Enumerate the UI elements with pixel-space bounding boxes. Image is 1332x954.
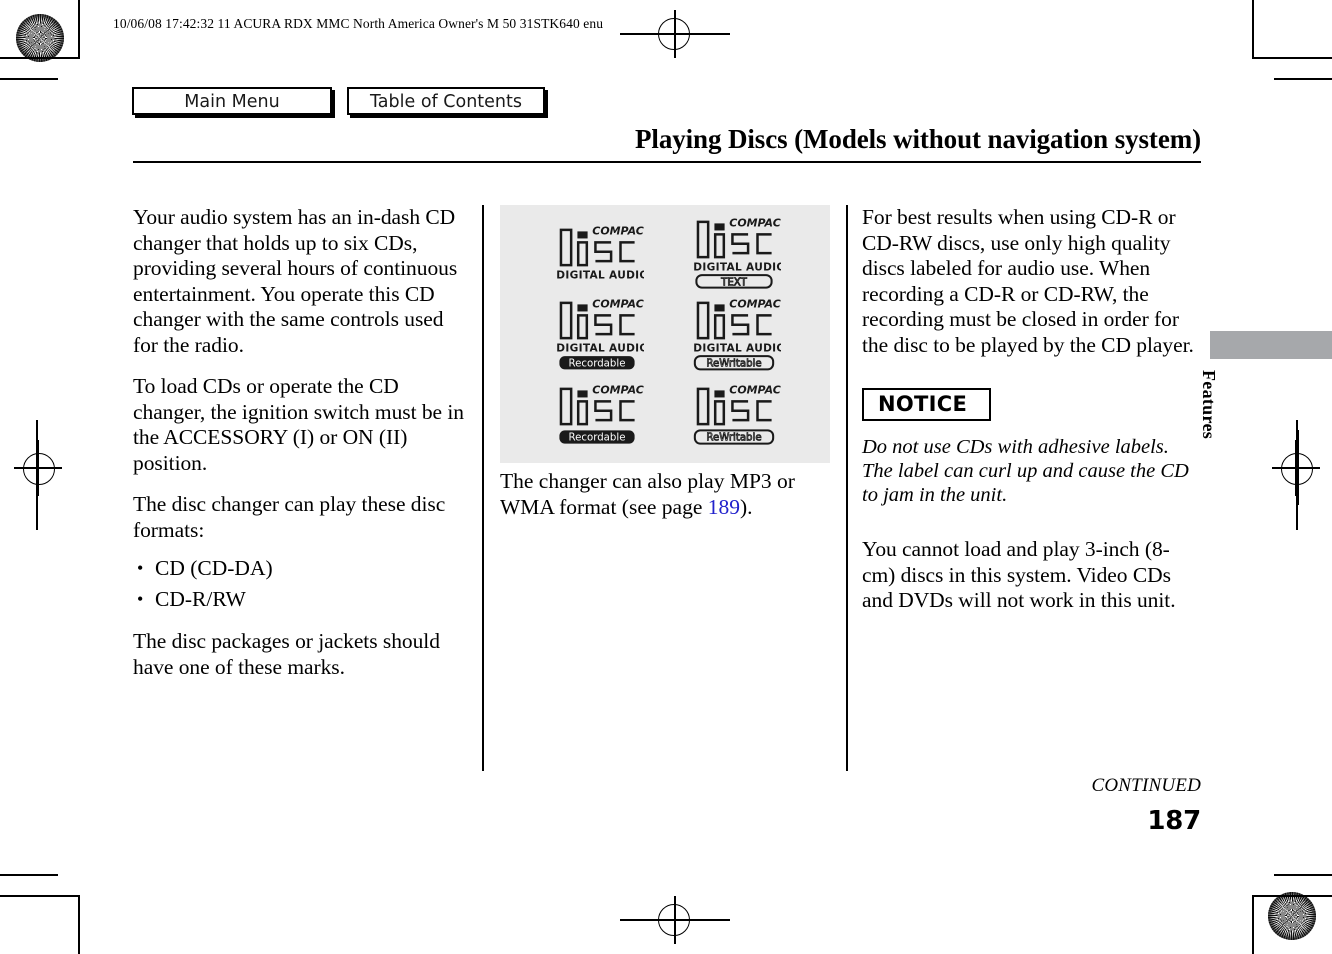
- tab-edge-line: [1297, 430, 1299, 505]
- crop-mark-bottom-right-v: [1252, 897, 1254, 954]
- column-divider-left: [482, 205, 484, 771]
- document-header-line: 10/06/08 17:42:32 11 ACURA RDX MMC North…: [113, 16, 604, 31]
- disc-logo-grid: COMPACT DIGITAL AUDIO COMPACT DIGITAL AU…: [500, 205, 830, 463]
- crop-mark-bottom-right-h2: [1274, 874, 1332, 876]
- main-menu-button[interactable]: Main Menu: [132, 87, 332, 115]
- list-item: CD (CD-DA): [133, 553, 473, 584]
- registration-crosshair-left: [14, 440, 62, 496]
- svg-text:DIGITAL AUDIO: DIGITAL AUDIO: [693, 261, 781, 273]
- left-paragraph-4: The disc packages or jackets should have…: [133, 629, 440, 679]
- crop-mark-top-right-h2: [1274, 78, 1332, 80]
- svg-text:Recordable: Recordable: [568, 433, 625, 444]
- crop-mark-bottom-left-h: [0, 895, 80, 897]
- svg-text:DIGITAL AUDIO: DIGITAL AUDIO: [556, 269, 644, 281]
- svg-text:TEXT: TEXT: [720, 277, 747, 288]
- crop-mark-top-right-h: [1252, 57, 1332, 59]
- svg-text:DIGITAL AUDIO: DIGITAL AUDIO: [556, 343, 644, 355]
- left-column: Your audio system has an in-dash CD chan…: [133, 205, 473, 680]
- svg-text:DIGITAL AUDIO: DIGITAL AUDIO: [693, 343, 781, 355]
- column-divider-right: [846, 205, 848, 771]
- right-paragraph-1: For best results when using CD-R or CD-R…: [862, 205, 1194, 357]
- caption-text-after: ).: [740, 495, 753, 519]
- title-divider: [133, 161, 1201, 163]
- page-title: Playing Discs (Models without navigation…: [635, 124, 1201, 154]
- crop-mark-top-left-h: [0, 57, 80, 59]
- list-item: CD-R/RW: [133, 584, 473, 615]
- left-paragraph-3: The disc changer can play these disc for…: [133, 492, 446, 542]
- disc-format-list: CD (CD-DA) CD-R/RW: [133, 553, 473, 615]
- svg-text:ReWritable: ReWritable: [706, 433, 761, 444]
- right-paragraph-2: You cannot load and play 3-inch (8-cm) d…: [862, 537, 1176, 612]
- crop-mark-bottom-left-v: [78, 897, 80, 954]
- cd-logo-recordable-icon: COMPACT Recordable: [550, 381, 644, 447]
- registration-crosshair-bottom: [620, 896, 730, 944]
- svg-text:COMPACT: COMPACT: [729, 384, 781, 397]
- svg-text:ReWritable: ReWritable: [706, 359, 761, 370]
- svg-text:Recordable: Recordable: [568, 359, 625, 370]
- cd-logo-rewritable-audio-icon: COMPACT DIGITAL AUDIO ReWritable: [687, 295, 781, 371]
- cd-logo-digital-audio-icon: COMPACT DIGITAL AUDIO: [550, 222, 644, 282]
- svg-text:COMPACT: COMPACT: [729, 298, 781, 311]
- notice-warning-text: Do not use CDs with adhesive labels. The…: [862, 436, 1189, 506]
- svg-text:COMPACT: COMPACT: [729, 217, 781, 230]
- page-number: 187: [1147, 806, 1201, 836]
- cd-logo-recordable-audio-icon: COMPACT DIGITAL AUDIO Recordable: [550, 295, 644, 370]
- disc-logo-figure: COMPACT DIGITAL AUDIO COMPACT DIGITAL AU…: [500, 205, 830, 463]
- left-paragraph-2: To load CDs or operate the CD changer, t…: [133, 374, 464, 475]
- crop-mark-top-left-v2: [57, 57, 59, 59]
- crop-mark-top-left-v: [78, 0, 80, 57]
- cd-logo-rewritable-icon: COMPACT ReWritable: [687, 381, 781, 447]
- svg-text:COMPACT: COMPACT: [592, 384, 644, 397]
- registration-burst-top-left: [16, 14, 64, 62]
- registration-crosshair-right: [1272, 440, 1320, 496]
- table-of-contents-button[interactable]: Table of Contents: [347, 87, 545, 115]
- crop-mark-bottom-right-h: [1252, 895, 1332, 897]
- registration-crosshair-top: [620, 10, 730, 58]
- svg-text:COMPACT: COMPACT: [592, 298, 644, 311]
- registration-burst-bottom-right: [1268, 892, 1316, 940]
- cd-logo-text-icon: COMPACT DIGITAL AUDIO TEXT: [687, 214, 781, 289]
- figure-caption: The changer can also play MP3 or WMA for…: [500, 468, 835, 520]
- svg-text:COMPACT: COMPACT: [592, 224, 644, 237]
- right-column: For best results when using CD-R or CD-R…: [862, 205, 1202, 630]
- page-reference-link[interactable]: 189: [708, 495, 740, 519]
- crop-mark-bottom-left-h2: [0, 874, 58, 876]
- section-tab-label: Features: [1199, 370, 1219, 440]
- left-paragraph-1: Your audio system has an in-dash CD chan…: [133, 205, 458, 357]
- section-tab-marker: [1210, 331, 1332, 359]
- crop-mark-top-left-h2: [0, 78, 58, 80]
- crop-mark-top-right-v: [1252, 0, 1254, 57]
- notice-badge: NOTICE: [862, 388, 992, 421]
- continued-label: CONTINUED: [1091, 775, 1201, 796]
